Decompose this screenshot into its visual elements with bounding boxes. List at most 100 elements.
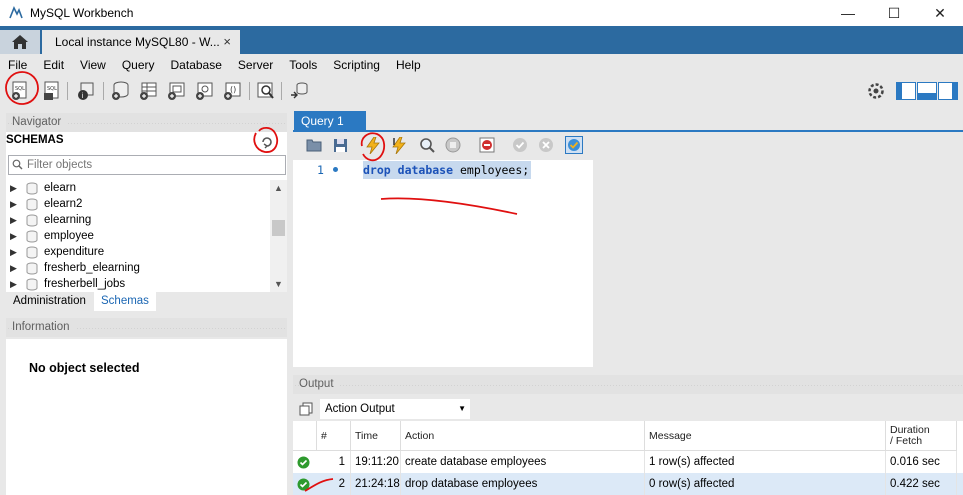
expand-arrow-icon[interactable]: ▶: [10, 231, 22, 242]
database-add-icon: [112, 81, 129, 100]
menu-scripting[interactable]: Scripting: [333, 58, 380, 72]
expand-arrow-icon[interactable]: ▶: [10, 279, 22, 290]
menu-server[interactable]: Server: [238, 58, 273, 72]
autocommit-toggle-button[interactable]: [565, 136, 583, 154]
menu-file[interactable]: File: [8, 58, 27, 72]
tab-query-1[interactable]: Query 1: [294, 111, 366, 132]
create-view-button[interactable]: [165, 80, 187, 102]
column-header-duration[interactable]: Duration / Fetch: [886, 421, 957, 451]
expand-arrow-icon[interactable]: ▶: [10, 263, 22, 274]
new-sql-tab-button[interactable]: SQL: [9, 80, 31, 102]
lightning-cursor-icon: [392, 136, 406, 154]
sql-keyword-database: database: [397, 163, 454, 177]
preferences-button[interactable]: [865, 80, 887, 102]
refresh-schemas-icon[interactable]: [260, 135, 274, 149]
window-title: MySQL Workbench: [30, 6, 134, 20]
menu-help[interactable]: Help: [396, 58, 421, 72]
check-icon: [513, 138, 527, 152]
reconnect-button[interactable]: [288, 80, 310, 102]
home-icon: [12, 35, 28, 49]
window-controls: — ☐ ✕: [825, 0, 963, 26]
schema-item[interactable]: ▶ elearn2: [6, 196, 270, 212]
menu-query[interactable]: Query: [122, 58, 155, 72]
execute-button[interactable]: [364, 136, 382, 154]
menu-edit[interactable]: Edit: [43, 58, 64, 72]
menu-database[interactable]: Database: [171, 58, 222, 72]
toolbar-separator: [103, 82, 104, 100]
open-sql-script-button[interactable]: SQL: [41, 80, 63, 102]
schema-name: fresherbell_jobs: [44, 278, 126, 290]
schema-name: fresherb_elearning: [44, 262, 140, 274]
toggle-sidebar-button[interactable]: [896, 80, 916, 102]
gear-icon: [868, 83, 884, 99]
copy-icon[interactable]: [299, 402, 313, 416]
stop-hand-icon: [445, 137, 461, 153]
open-script-button[interactable]: [305, 136, 323, 154]
success-check-icon: [297, 456, 310, 469]
connection-tab[interactable]: Local instance MySQL80 - W... ×: [42, 30, 240, 54]
explain-button[interactable]: [418, 136, 436, 154]
database-icon: [26, 278, 38, 290]
schema-list-scrollbar[interactable]: ▲ ▼: [270, 180, 287, 292]
column-header-num[interactable]: #: [317, 421, 351, 451]
schema-item[interactable]: ▶ elearn: [6, 180, 270, 196]
scrollbar-thumb[interactable]: [272, 220, 285, 236]
tab-schemas[interactable]: Schemas: [94, 292, 156, 311]
rollback-button[interactable]: [537, 136, 555, 154]
create-procedure-button[interactable]: [193, 80, 215, 102]
sql-editor[interactable]: [293, 160, 593, 367]
column-header-time[interactable]: Time: [351, 421, 401, 451]
view-add-icon: [168, 82, 185, 100]
toolbar-separator: [281, 82, 282, 100]
toolbar-separator: [249, 82, 250, 100]
svg-text:SQL: SQL: [47, 86, 57, 92]
expand-arrow-icon[interactable]: ▶: [10, 183, 22, 194]
database-icon: [26, 214, 38, 226]
stop-on-error-icon: [479, 137, 495, 153]
execute-current-statement-button[interactable]: [390, 136, 408, 154]
sql-code-line[interactable]: drop database employees;: [363, 161, 532, 179]
toolbar-separator: [67, 82, 68, 100]
create-table-button[interactable]: [137, 80, 159, 102]
reconnect-icon: [291, 82, 308, 99]
column-header-action[interactable]: Action: [401, 421, 645, 451]
scroll-down-icon[interactable]: ▼: [274, 279, 283, 289]
database-icon: [26, 230, 38, 242]
commit-button[interactable]: [511, 136, 529, 154]
home-tab[interactable]: [0, 30, 40, 54]
minimize-button[interactable]: —: [825, 0, 871, 26]
navigator-bottom-tabs: Administration Schemas: [6, 292, 287, 311]
table-add-icon: [140, 82, 157, 100]
filter-objects-input[interactable]: [8, 155, 286, 175]
column-header-message[interactable]: Message: [645, 421, 886, 451]
save-script-button[interactable]: [331, 136, 349, 154]
expand-arrow-icon[interactable]: ▶: [10, 199, 22, 210]
schema-item[interactable]: ▶ fresherb_elearning: [6, 260, 270, 276]
toggle-secondary-sidebar-button[interactable]: [938, 80, 958, 102]
close-window-button[interactable]: ✕: [917, 0, 963, 26]
output-type-select[interactable]: Action Output ▼: [320, 399, 470, 419]
inspector-button[interactable]: i: [75, 80, 97, 102]
schema-item[interactable]: ▶ fresherbell_jobs: [6, 276, 270, 292]
expand-arrow-icon[interactable]: ▶: [10, 247, 22, 258]
create-schema-button[interactable]: [109, 80, 131, 102]
schema-item[interactable]: ▶ elearning: [6, 212, 270, 228]
create-function-button[interactable]: (): [221, 80, 243, 102]
expand-arrow-icon[interactable]: ▶: [10, 215, 22, 226]
cell-action: drop database employees: [401, 473, 645, 495]
menu-tools[interactable]: Tools: [289, 58, 317, 72]
close-tab-icon[interactable]: ×: [223, 34, 231, 49]
schema-item[interactable]: ▶ employee: [6, 228, 270, 244]
menu-view[interactable]: View: [80, 58, 106, 72]
search-table-data-button[interactable]: [255, 80, 277, 102]
secondary-sidebar-layout-icon: [938, 82, 958, 100]
stop-button[interactable]: [444, 136, 462, 154]
no-object-selected-text: No object selected: [29, 361, 140, 375]
schema-item[interactable]: ▶ expenditure: [6, 244, 270, 260]
tab-administration[interactable]: Administration: [6, 292, 93, 311]
toggle-error-stop-button[interactable]: [478, 136, 496, 154]
toggle-output-button[interactable]: [917, 80, 937, 102]
cell-num: 2: [317, 473, 351, 495]
scroll-up-icon[interactable]: ▲: [274, 183, 283, 193]
maximize-button[interactable]: ☐: [871, 0, 917, 26]
